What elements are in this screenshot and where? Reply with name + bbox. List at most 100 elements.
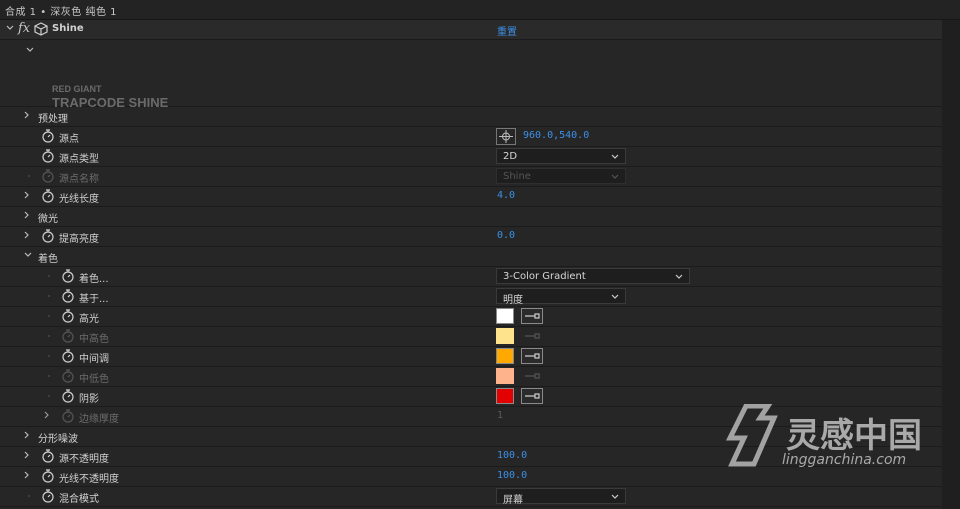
chevron-right-icon[interactable] <box>24 191 30 199</box>
eyedropper-icon[interactable] <box>521 348 543 364</box>
prop-label: 源点名称 <box>59 174 99 185</box>
stopwatch-icon <box>61 409 75 423</box>
prop-row-base-on[interactable]: 基于... 明度 <box>0 287 942 307</box>
stopwatch-icon[interactable] <box>41 229 55 243</box>
stopwatch-icon[interactable] <box>61 389 75 403</box>
boost-light-value[interactable]: 0.0 <box>497 230 515 241</box>
stopwatch-icon[interactable] <box>41 449 55 463</box>
prop-row-mid-high: 中高色 <box>0 327 942 347</box>
prop-label: 光线不透明度 <box>59 474 119 485</box>
prop-label: 着色 <box>38 254 58 265</box>
prop-label: 源点 <box>59 134 79 145</box>
chevron-right-icon[interactable] <box>24 211 30 219</box>
prop-label: 预处理 <box>38 114 68 125</box>
watermark-brand: 灵感中国 <box>786 416 922 456</box>
stopwatch-icon[interactable] <box>61 269 75 283</box>
logo-brand: RED GIANT <box>52 84 102 94</box>
prop-row-boost-light[interactable]: 提高亮度 0.0 <box>0 227 942 247</box>
source-point-value[interactable]: 960.0,540.0 <box>523 130 589 141</box>
source-type-dropdown[interactable]: 2D <box>496 148 626 164</box>
chevron-right-icon[interactable] <box>24 231 30 239</box>
shadows-color-swatch[interactable] <box>496 388 514 404</box>
mid-high-color-swatch <box>496 328 514 344</box>
chevron-right-icon[interactable] <box>24 431 30 439</box>
prop-label: 高光 <box>79 314 99 325</box>
watermark-logo <box>725 404 778 467</box>
base-on-dropdown[interactable]: 明度 <box>496 288 626 306</box>
stopwatch-icon[interactable] <box>41 149 55 163</box>
window-titlebar: 合成 1 • 深灰色 纯色 1 <box>0 0 960 20</box>
reset-link[interactable]: 重置 <box>497 23 517 38</box>
stopwatch-icon[interactable] <box>61 289 75 303</box>
ray-opacity-value[interactable]: 100.0 <box>497 470 527 481</box>
prop-row-source-point[interactable]: 源点 960.0,540.0 <box>0 127 942 147</box>
prop-label: 基于... <box>79 294 109 305</box>
prop-row-blend-mode[interactable]: 混合模式 屏幕 <box>0 487 942 507</box>
effect-header-row[interactable]: fx Shine 重置 <box>0 20 942 40</box>
source-name-dropdown: Shine <box>496 168 626 184</box>
prop-label: 分形噪波 <box>38 434 78 445</box>
crosshair-icon[interactable] <box>496 128 516 145</box>
blend-mode-dropdown[interactable]: 屏幕 <box>496 488 626 506</box>
chevron-down-icon <box>611 492 619 503</box>
stopwatch-icon[interactable] <box>41 469 55 483</box>
prop-label: 中高色 <box>79 334 109 345</box>
prop-row-preprocess[interactable]: 预处理 <box>0 107 942 127</box>
chevron-right-icon[interactable] <box>44 411 50 419</box>
stopwatch-icon <box>61 329 75 343</box>
prop-label: 提高亮度 <box>59 234 99 245</box>
stopwatch-icon[interactable] <box>41 489 55 503</box>
prop-row-mid-low: 中低色 <box>0 367 942 387</box>
stopwatch-icon[interactable] <box>41 129 55 143</box>
chevron-down-icon[interactable] <box>6 25 14 31</box>
eyedropper-icon[interactable] <box>521 388 543 404</box>
prop-row-ray-length[interactable]: 光线长度 4.0 <box>0 187 942 207</box>
prop-label: 源点类型 <box>59 154 99 165</box>
chevron-down-icon[interactable] <box>24 252 32 258</box>
stopwatch-icon[interactable] <box>41 189 55 203</box>
prop-row-highlights[interactable]: 高光 <box>0 307 942 327</box>
source-opacity-value[interactable]: 100.0 <box>497 450 527 461</box>
effect-logo-row: RED GIANT TRAPCODE SHINE <box>0 40 942 110</box>
prop-label: 源不透明度 <box>59 454 109 465</box>
prop-row-shimmer[interactable]: 微光 <box>0 207 942 227</box>
prop-row-colorize-group[interactable]: 着色 <box>0 247 942 267</box>
stopwatch-icon <box>61 369 75 383</box>
prop-row-colorize[interactable]: 着色... 3-Color Gradient <box>0 267 942 287</box>
chevron-right-icon[interactable] <box>24 471 30 479</box>
midtones-color-swatch[interactable] <box>496 348 514 364</box>
prop-label: 边缘厚度 <box>79 414 119 425</box>
window-title: 合成 1 • 深灰色 纯色 1 <box>5 7 118 18</box>
effect-name: Shine <box>52 23 84 34</box>
highlights-color-swatch[interactable] <box>496 308 514 324</box>
edge-thickness-value: 1 <box>497 410 504 421</box>
mid-low-color-swatch <box>496 368 514 384</box>
prop-row-source-name: 源点名称 Shine <box>0 167 942 187</box>
scrollbar[interactable] <box>942 20 960 509</box>
prop-label: 着色... <box>79 274 109 285</box>
watermark: 灵感中国 lingganchina.com <box>724 402 944 472</box>
stopwatch-icon[interactable] <box>61 309 75 323</box>
ray-length-value[interactable]: 4.0 <box>497 190 515 201</box>
eyedropper-icon <box>521 368 543 384</box>
fx-icon[interactable]: fx <box>18 21 30 36</box>
chevron-down-icon <box>611 172 619 183</box>
chevron-down-icon[interactable] <box>26 47 34 53</box>
eyedropper-icon[interactable] <box>521 308 543 324</box>
prop-label: 中间调 <box>79 354 109 365</box>
eyedropper-icon <box>521 328 543 344</box>
prop-row-source-type[interactable]: 源点类型 2D <box>0 147 942 167</box>
chevron-right-icon[interactable] <box>24 451 30 459</box>
stopwatch-icon <box>41 169 55 183</box>
stopwatch-icon[interactable] <box>61 349 75 363</box>
chevron-down-icon <box>611 292 619 303</box>
chevron-down-icon <box>675 272 683 283</box>
colorize-dropdown[interactable]: 3-Color Gradient <box>496 268 690 284</box>
chevron-down-icon <box>611 152 619 163</box>
watermark-url: lingganchina.com <box>782 452 907 468</box>
prop-label: 阴影 <box>79 394 99 405</box>
prop-label: 中低色 <box>79 374 109 385</box>
chevron-right-icon[interactable] <box>24 111 30 119</box>
prop-label: 混合模式 <box>59 494 99 505</box>
prop-row-midtones[interactable]: 中间调 <box>0 347 942 367</box>
